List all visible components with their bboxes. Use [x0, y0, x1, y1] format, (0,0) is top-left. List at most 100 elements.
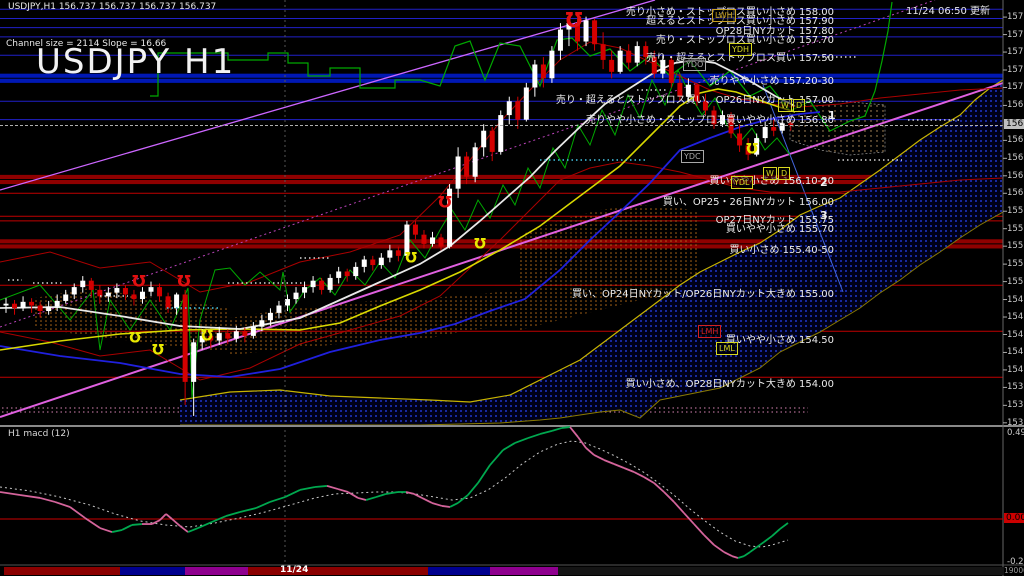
pivot-level-box: LML [716, 342, 738, 355]
candle [430, 237, 435, 243]
session-segment [185, 567, 248, 575]
wave-count-number: 3 [820, 209, 828, 222]
candle [558, 30, 563, 51]
wave-count-number: 2 [820, 176, 828, 189]
candle [652, 57, 657, 74]
wave-count-number: 1 [828, 109, 836, 122]
candle [439, 237, 444, 246]
candle [268, 313, 273, 320]
candle [788, 123, 793, 125]
candle [387, 250, 392, 257]
macd-main-line [315, 486, 327, 487]
candle [507, 101, 512, 115]
bar-count-label: 190000 [1004, 566, 1024, 575]
macd-main-line [442, 506, 450, 507]
candle [362, 260, 367, 267]
omega-signal-icon: Ω [177, 271, 191, 290]
candle [166, 296, 171, 308]
candle [38, 306, 43, 312]
candle [609, 60, 614, 72]
candle [191, 342, 196, 382]
session-segment [490, 567, 558, 575]
candle [285, 299, 290, 305]
candle [669, 60, 674, 83]
candle [311, 281, 316, 287]
candle [328, 278, 333, 290]
candle [294, 293, 299, 299]
omega-signal-icon: Ω [746, 139, 758, 155]
candle [584, 20, 589, 41]
candle [174, 294, 179, 308]
candle [242, 331, 247, 336]
candle [711, 110, 716, 124]
candle [217, 333, 222, 340]
candle [89, 281, 94, 290]
candle [345, 271, 350, 276]
candle [626, 51, 631, 63]
omega-signal-icon: Ω [201, 326, 213, 342]
candle [643, 46, 648, 57]
candle [729, 115, 734, 133]
pivot-level-box: D [793, 99, 805, 112]
session-segment [248, 567, 428, 575]
omega-signal-icon: Ω [565, 7, 582, 31]
main-chart-canvas[interactable]: ΩΩΩΩΩΩΩΩΩΩ [0, 0, 1024, 576]
macd-main-line [562, 427, 570, 428]
mt4-chart-window: ΩΩΩΩΩΩΩΩΩΩ USDJPY,H1 156.737 156.737 156… [0, 0, 1024, 576]
candle [532, 64, 537, 87]
candle [677, 83, 682, 97]
macd-main-line [132, 524, 142, 525]
candle [473, 147, 478, 176]
timeline-date-label: 11/24 [280, 565, 308, 575]
candle [396, 250, 401, 256]
candle [4, 304, 9, 306]
candle [771, 127, 776, 131]
candle [302, 287, 307, 293]
candle [635, 46, 640, 63]
candle [498, 115, 503, 152]
candle [123, 288, 128, 294]
candle [55, 301, 60, 307]
candle [140, 292, 145, 299]
candle [720, 115, 725, 124]
candle [541, 64, 546, 78]
candle [464, 156, 469, 176]
candle [703, 101, 708, 110]
time-axis[interactable] [4, 567, 1004, 575]
candle [763, 127, 768, 138]
pivot-level-box: LWH [712, 9, 736, 22]
candle [456, 156, 461, 188]
candle [80, 281, 85, 287]
candle [46, 306, 51, 311]
candle [370, 260, 375, 266]
pivot-level-box: LMH [698, 325, 721, 338]
omega-signal-icon: Ω [132, 271, 146, 290]
candle [63, 294, 68, 300]
pivot-level-box: YDO [683, 58, 706, 71]
candle [413, 225, 418, 235]
candle [660, 60, 665, 74]
pivot-level-box: W [778, 99, 792, 112]
candle [592, 20, 597, 44]
candle [225, 333, 230, 339]
candle [524, 87, 529, 119]
session-segment [428, 567, 490, 575]
candle [686, 85, 691, 97]
candle [490, 131, 495, 152]
candle [97, 290, 102, 296]
omega-signal-icon: Ω [152, 340, 164, 356]
candle [780, 123, 785, 130]
candle [421, 235, 426, 244]
candle [72, 287, 77, 294]
candle [737, 133, 742, 145]
pivot-level-box: YDC [681, 150, 704, 163]
candle [114, 288, 119, 293]
candle [29, 302, 34, 306]
candle [353, 267, 358, 276]
candle [481, 131, 486, 148]
candle [601, 44, 606, 60]
candle [276, 306, 281, 313]
candle [149, 287, 154, 292]
candle [157, 287, 162, 296]
omega-signal-icon: Ω [438, 192, 452, 211]
